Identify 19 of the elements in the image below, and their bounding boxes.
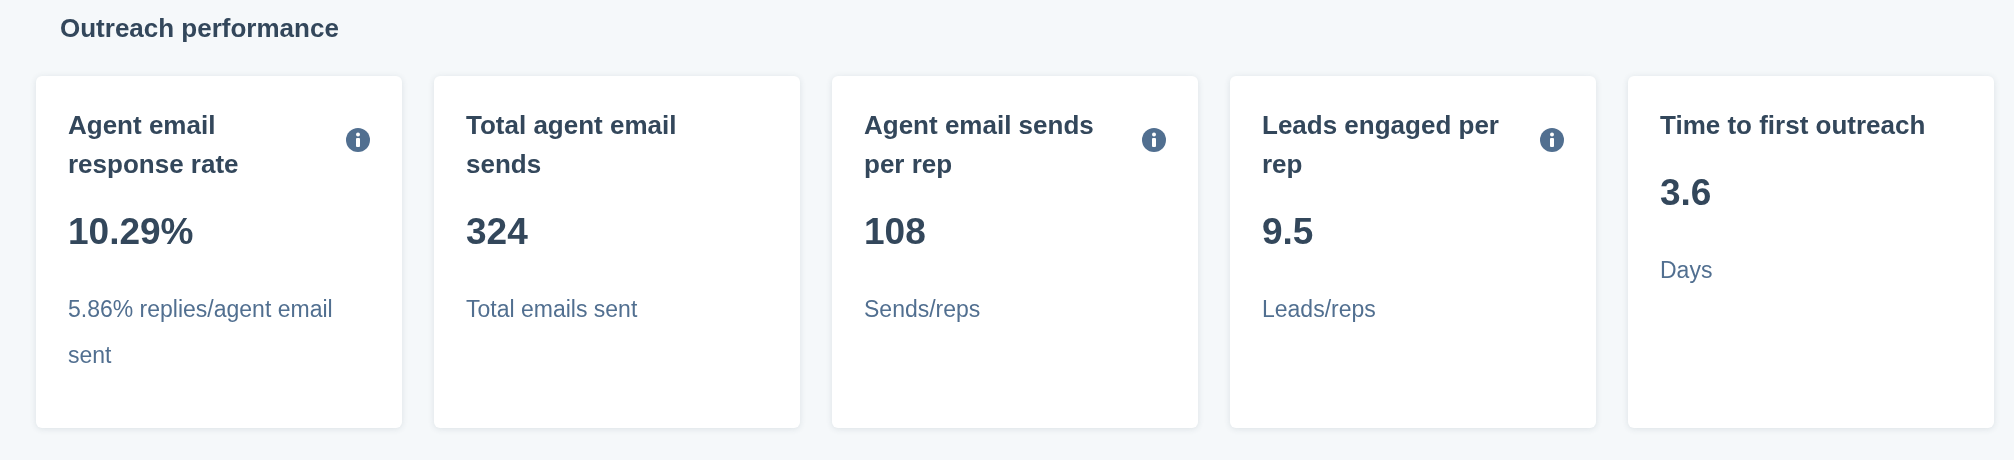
metric-value: 9.5 bbox=[1262, 210, 1315, 254]
metric-value: 108 bbox=[864, 210, 927, 254]
metric-caption: Total emails sent bbox=[466, 295, 639, 324]
metric-caption: Leads/reps bbox=[1262, 295, 1377, 324]
section-title: Outreach performance bbox=[60, 12, 340, 45]
metric-title: Agent email sends per rep bbox=[864, 109, 1095, 181]
metric-value: 3.6 bbox=[1660, 171, 1713, 215]
metric-caption: Days bbox=[1660, 256, 1714, 285]
metric-caption: 5.86% replies/agent email sent bbox=[68, 295, 334, 370]
metric-value: 324 bbox=[466, 210, 529, 254]
metric-title: Agent email response rate bbox=[68, 109, 240, 181]
info-icon[interactable] bbox=[1540, 128, 1564, 152]
metric-value: 10.29% bbox=[68, 210, 195, 254]
info-icon[interactable] bbox=[1142, 128, 1166, 152]
metric-caption: Sends/reps bbox=[864, 295, 982, 324]
metric-title: Leads engaged per rep bbox=[1262, 109, 1500, 181]
metric-title: Time to first outreach bbox=[1660, 109, 1927, 142]
metric-title: Total agent email sends bbox=[466, 109, 678, 181]
info-icon[interactable] bbox=[346, 128, 370, 152]
